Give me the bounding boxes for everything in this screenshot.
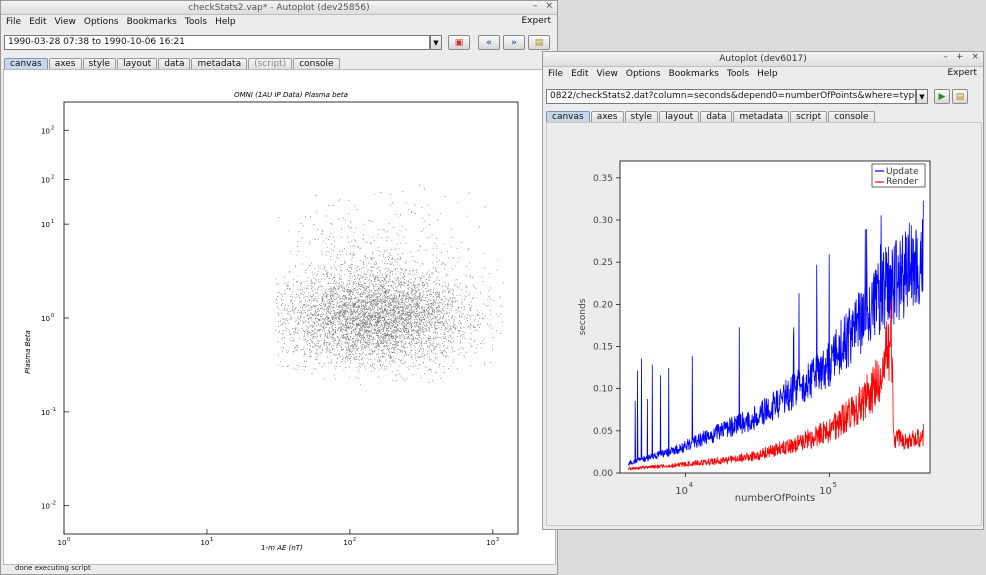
x-axis-label: numberOfPoints: [735, 493, 815, 504]
main-window: checkStats2.vap* - Autoplot (dev25856) –…: [0, 0, 558, 575]
menu-help[interactable]: Help: [757, 69, 778, 79]
line-chart[interactable]: 0.000.050.100.150.200.250.300.35 104105 …: [547, 123, 983, 527]
chevron-down-icon[interactable]: ▼: [430, 35, 442, 50]
expert-menu[interactable]: Expert: [948, 68, 978, 78]
y-tick-exponent: 2: [51, 174, 54, 180]
y-tick-label: 10: [41, 503, 50, 511]
window-titlebar[interactable]: checkStats2.vap* - Autoplot (dev25856) –…: [1, 1, 557, 15]
menu-edit[interactable]: Edit: [29, 17, 46, 27]
y-tick-label: 10: [41, 176, 50, 184]
legend: Update Render: [871, 163, 926, 188]
window-title-2: Autoplot (dev6017): [719, 54, 807, 64]
plot-canvas-2[interactable]: 0.00 0.05 0.10 0.15 0.20 0.25 0.30 0.35 10 4 10 5 …: [546, 122, 982, 526]
status-bar: done executing script: [15, 564, 91, 572]
y-tick-label: 0.20: [593, 300, 613, 310]
scatter-points-path: [275, 184, 504, 386]
x-tick-label: 10: [819, 486, 832, 497]
menu-bookmarks[interactable]: Bookmarks: [669, 69, 719, 79]
window-titlebar-2[interactable]: Autoplot (dev6017) – + ×: [543, 52, 983, 67]
y-tick-label: 0.30: [593, 216, 613, 226]
y-tick-label: 10: [41, 221, 50, 229]
menu-file[interactable]: File: [6, 17, 21, 27]
x-axis-label: 1-m AE (nT): [261, 544, 303, 552]
close-icon[interactable]: ×: [545, 1, 553, 11]
menu-file[interactable]: File: [548, 69, 563, 79]
y-tick-label: 0.10: [593, 385, 613, 395]
plot-canvas[interactable]: OMNI (1AU IP Data) Plasma beta 10 2 10 2 10 1…: [3, 69, 556, 565]
y-tick-label: 10: [41, 409, 50, 417]
menu-edit[interactable]: Edit: [571, 69, 588, 79]
y-tick-exponent: -2: [51, 501, 56, 507]
x-tick-label: 10: [343, 539, 352, 547]
x-tick-label: 10: [675, 486, 688, 497]
y-tick-exponent: 0: [51, 313, 54, 319]
minimize-icon[interactable]: –: [533, 1, 538, 11]
menu-options[interactable]: Options: [626, 69, 661, 79]
minimize-icon[interactable]: –: [943, 52, 948, 62]
menu-tools[interactable]: Tools: [727, 69, 749, 79]
bookmark-folder-icon[interactable]: ▤: [952, 89, 968, 104]
x-tick-exponent: 5: [832, 481, 836, 489]
tab-strip: canvas axes style layout data metadata (…: [1, 56, 557, 70]
x-tick-label: 10: [58, 539, 67, 547]
address-bar-row: 1990-03-28 07:38 to 1990-10-06 16:21 ▼ ▣…: [1, 34, 557, 51]
y-axis-label: seconds: [578, 298, 588, 335]
chevron-down-icon[interactable]: ▼: [916, 89, 928, 104]
y-axis-ticks: 0.00 0.05 0.10 0.15 0.20 0.25 0.30 0.35: [593, 174, 620, 479]
y-tick-label: 0.35: [593, 174, 613, 184]
x-tick-exponent: 1: [210, 537, 213, 543]
previous-interval-button[interactable]: «: [478, 35, 500, 50]
y-axis-ticks: 10 210 210 110 010 -110 -2: [41, 125, 69, 511]
y-tick-label: 10: [41, 127, 50, 135]
y-tick-label: 0.00: [593, 469, 613, 479]
x-tick-exponent: 2: [353, 537, 356, 543]
x-tick-exponent: 0: [67, 537, 70, 543]
y-tick-exponent: 2: [51, 125, 54, 131]
play-icon[interactable]: ▶: [934, 89, 950, 104]
y-tick-label: 0.25: [593, 258, 613, 268]
address-field[interactable]: 0822/checkStats2.dat?column=seconds&depe…: [546, 89, 916, 104]
menu-view[interactable]: View: [597, 69, 618, 79]
address-bar-row-2: 0822/checkStats2.dat?column=seconds&depe…: [543, 88, 983, 105]
next-interval-button[interactable]: »: [503, 35, 525, 50]
y-tick-exponent: -1: [51, 407, 56, 413]
y-tick-label: 0.15: [593, 343, 613, 353]
expert-menu[interactable]: Expert: [522, 16, 552, 26]
chart-title: OMNI (1AU IP Data) Plasma beta: [234, 91, 348, 99]
plot-background: [619, 160, 931, 474]
menu-view[interactable]: View: [55, 17, 76, 27]
y-tick-label: 0.05: [593, 427, 613, 437]
legend-update-label: Update: [886, 167, 919, 177]
x-tick-label: 10: [200, 539, 209, 547]
y-tick-exponent: 1: [51, 219, 54, 225]
menu-options[interactable]: Options: [84, 17, 119, 27]
window-title: checkStats2.vap* - Autoplot (dev25856): [188, 2, 370, 13]
legend-render-label: Render: [886, 177, 918, 187]
calendar-icon[interactable]: ▣: [448, 35, 470, 50]
x-tick-exponent: 4: [689, 481, 694, 489]
scatter-chart[interactable]: OMNI (1AU IP Data) Plasma beta 10 210 210 1…: [4, 70, 557, 566]
x-tick-label: 10: [486, 539, 495, 547]
menu-bookmarks[interactable]: Bookmarks: [127, 17, 177, 27]
menubar: File Edit View Options Bookmarks Tools H…: [1, 15, 557, 29]
x-tick-exponent: 3: [496, 537, 499, 543]
address-field[interactable]: 1990-03-28 07:38 to 1990-10-06 16:21: [4, 35, 430, 50]
close-icon[interactable]: ×: [971, 52, 979, 62]
tab-strip-2: canvas axes style layout data metadata s…: [543, 109, 983, 123]
menubar-2: File Edit View Options Bookmarks Tools H…: [543, 67, 983, 81]
secondary-window: Autoplot (dev6017) – + × File Edit View …: [542, 51, 984, 530]
bookmark-folder-icon[interactable]: ▤: [528, 35, 550, 50]
y-axis-label: Plasma Beta: [24, 330, 32, 374]
menu-help[interactable]: Help: [215, 17, 236, 27]
menu-tools[interactable]: Tools: [185, 17, 207, 27]
maximize-icon[interactable]: +: [956, 52, 964, 62]
y-tick-label: 10: [41, 315, 50, 323]
scatter-points: [275, 184, 504, 386]
